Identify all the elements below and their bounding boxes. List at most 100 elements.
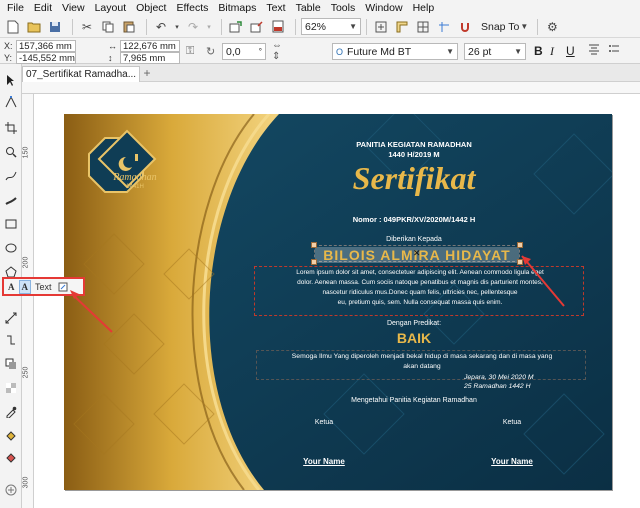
shape-tool-icon[interactable] bbox=[3, 94, 19, 110]
selection-handle[interactable] bbox=[517, 259, 523, 265]
connector-tool-icon[interactable] bbox=[3, 332, 19, 348]
publish-pdf-icon[interactable] bbox=[269, 18, 287, 36]
toolbar-separator bbox=[366, 18, 367, 35]
menu-layout[interactable]: Layout bbox=[93, 2, 135, 14]
vertical-ruler[interactable]: 150 200 250 300 bbox=[22, 94, 34, 508]
interactive-fill-icon[interactable] bbox=[3, 428, 19, 444]
document-tabbar: 07_Sertifikat Ramadha... + bbox=[0, 64, 640, 82]
eyedropper-icon[interactable] bbox=[3, 404, 19, 420]
ruler-number: 250 bbox=[22, 366, 30, 379]
x-position-input[interactable]: 157,366 mm bbox=[16, 40, 76, 52]
chevron-down-icon[interactable]: ▾ bbox=[205, 18, 213, 36]
menu-tools[interactable]: Tools bbox=[329, 2, 364, 14]
parallel-dimension-icon[interactable] bbox=[3, 310, 19, 326]
copy-icon[interactable] bbox=[99, 18, 117, 36]
save-icon[interactable] bbox=[46, 18, 64, 36]
menu-file[interactable]: File bbox=[5, 2, 32, 14]
selection-handle[interactable] bbox=[311, 242, 317, 248]
pick-tool-icon[interactable] bbox=[3, 72, 19, 88]
menu-table[interactable]: Table bbox=[294, 2, 329, 14]
height-input[interactable]: 7,965 mm bbox=[120, 52, 180, 64]
committee-year: 1440 H/2019 M bbox=[388, 150, 440, 159]
zoom-level-value: 62% bbox=[305, 20, 327, 33]
selection-handle[interactable] bbox=[517, 242, 523, 248]
y-position-input[interactable]: -145,552 mm bbox=[16, 52, 76, 64]
document-tab[interactable]: 07_Sertifikat Ramadha... bbox=[22, 66, 140, 82]
smart-fill-icon[interactable] bbox=[3, 450, 19, 466]
align-center-icon[interactable] bbox=[588, 43, 600, 55]
freehand-tool-icon[interactable] bbox=[3, 168, 19, 184]
menu-text[interactable]: Text bbox=[264, 2, 293, 14]
place-date: Jepara, 30 Mei 2020 M bbox=[464, 374, 534, 381]
grid-icon[interactable] bbox=[414, 18, 432, 36]
predicate-value: BAIK bbox=[396, 330, 432, 346]
rectangle-tool-icon[interactable] bbox=[3, 216, 19, 232]
zoom-tool-icon[interactable] bbox=[3, 144, 19, 160]
open-folder-icon[interactable] bbox=[25, 18, 43, 36]
bullet-list-icon[interactable] bbox=[608, 43, 620, 55]
recipient-text-selection[interactable]: BILOIS ALMIRA HIDAYAT ✕ bbox=[311, 242, 523, 265]
rotation-angle-input[interactable]: 0,0 ° bbox=[222, 43, 266, 60]
transparency-icon[interactable] bbox=[3, 380, 19, 396]
rulers-icon[interactable] bbox=[393, 18, 411, 36]
menu-object[interactable]: Object bbox=[134, 2, 174, 14]
chevron-down-icon[interactable]: ▼ bbox=[519, 18, 529, 36]
committee-name: PANITIA KEGIATAN RAMADHAN bbox=[356, 140, 472, 149]
width-input[interactable]: 122,676 mm bbox=[120, 40, 180, 52]
font-size-select[interactable]: 26 pt ▼ bbox=[464, 43, 526, 60]
mirror-horizontal-icon[interactable]: ⇔ bbox=[272, 40, 282, 51]
left-signer-name: Your Name bbox=[303, 457, 345, 466]
menu-edit[interactable]: Edit bbox=[32, 2, 60, 14]
selection-handle[interactable] bbox=[311, 259, 317, 265]
artistic-media-icon[interactable] bbox=[3, 192, 19, 208]
add-tab-button[interactable]: + bbox=[140, 67, 154, 81]
chevron-down-icon: ▼ bbox=[349, 22, 357, 31]
mirror-vertical-icon[interactable]: ⇕ bbox=[272, 51, 280, 62]
height-icon: ↕ bbox=[108, 53, 113, 63]
bold-icon[interactable]: B bbox=[534, 44, 543, 58]
certificate-title: Sertifikat bbox=[352, 160, 476, 196]
new-document-icon[interactable] bbox=[4, 18, 22, 36]
options-gear-icon[interactable]: ⚙ bbox=[543, 18, 561, 36]
ruler-number: 150 bbox=[22, 146, 30, 159]
property-bar: X: 157,366 mm Y: -145,552 mm ↔ 122,676 m… bbox=[0, 38, 640, 64]
undo-icon[interactable]: ↶ bbox=[152, 18, 170, 36]
redo-icon[interactable]: ↷ bbox=[184, 18, 202, 36]
text-properties-button[interactable]: Text bbox=[33, 280, 54, 294]
menu-help[interactable]: Help bbox=[411, 2, 443, 14]
drop-shadow-icon[interactable] bbox=[3, 356, 19, 372]
horizontal-ruler[interactable] bbox=[22, 82, 640, 94]
font-family-select[interactable]: O Future Md BT ▼ bbox=[332, 43, 458, 60]
underline-icon[interactable]: U bbox=[566, 44, 575, 58]
lock-ratio-icon[interactable]: ⚿ bbox=[186, 45, 194, 58]
guidelines-icon[interactable] bbox=[435, 18, 453, 36]
body-line: Lorem ipsum dolor sit amet, consectetuer… bbox=[296, 269, 544, 276]
ellipse-tool-icon[interactable] bbox=[3, 240, 19, 256]
crop-tool-icon[interactable] bbox=[3, 120, 19, 136]
zoom-level-select[interactable]: 62% ▼ bbox=[301, 18, 361, 35]
menu-view[interactable]: View bbox=[60, 2, 93, 14]
snap-to-dropdown[interactable]: Snap To bbox=[481, 21, 519, 33]
menu-effects[interactable]: Effects bbox=[174, 2, 216, 14]
cut-icon[interactable]: ✂ bbox=[78, 18, 96, 36]
wish-line: Semoga Ilmu Yang diperoleh menjadi bekal… bbox=[291, 353, 553, 360]
text-tool-active-icon[interactable]: A bbox=[18, 279, 31, 294]
rotate-icon: ↻ bbox=[206, 46, 216, 58]
italic-icon[interactable]: I bbox=[550, 44, 554, 59]
menu-bitmaps[interactable]: Bitmaps bbox=[216, 2, 264, 14]
full-screen-icon[interactable] bbox=[372, 18, 390, 36]
paste-icon[interactable] bbox=[120, 18, 138, 36]
chevron-down-icon[interactable]: ▾ bbox=[173, 18, 181, 36]
font-list-icon[interactable]: A bbox=[6, 280, 17, 294]
menu-window[interactable]: Window bbox=[363, 2, 410, 14]
add-tool-icon[interactable] bbox=[3, 482, 19, 498]
export-icon[interactable] bbox=[248, 18, 266, 36]
wish-line: akan datang bbox=[403, 363, 441, 370]
chevron-down-icon: ▼ bbox=[514, 47, 522, 56]
toolbar-separator bbox=[295, 18, 296, 35]
toolbar-separator bbox=[146, 18, 147, 35]
import-icon[interactable] bbox=[227, 18, 245, 36]
body-text-frame[interactable]: Lorem ipsum dolor sit amet, consectetuer… bbox=[254, 266, 584, 316]
given-to-label: Diberikan Kepada bbox=[386, 236, 442, 243]
snap-magnet-icon[interactable] bbox=[456, 18, 474, 36]
